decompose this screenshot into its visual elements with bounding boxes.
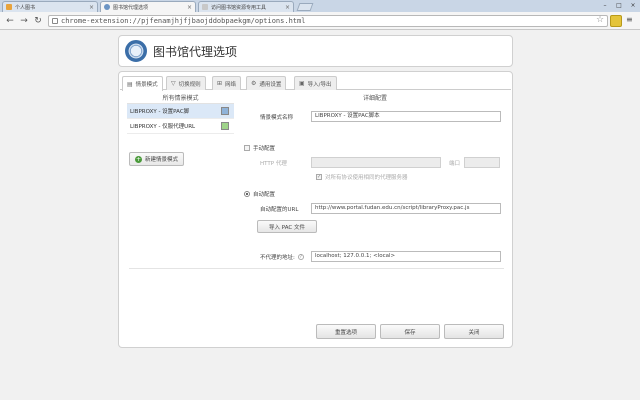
same-proxy-checkbox[interactable]: ✓ xyxy=(316,174,322,180)
port-label: 端口 xyxy=(449,161,461,167)
profile-detail-column: 详细配置 情景模式名称 LIBPROXY - 设置PAC脚本 手动配置 HTTP… xyxy=(244,94,506,262)
browser-tab-1[interactable]: 个人图书 × xyxy=(2,1,98,12)
tab-switch-rules[interactable]: ▽ 切换规则 xyxy=(166,76,206,90)
auto-url-input[interactable]: http://www.portal.fudan.edu.cn/script/li… xyxy=(311,203,501,214)
manual-config-checkbox[interactable] xyxy=(244,145,250,151)
manual-config-label: 手动配置 xyxy=(253,146,276,152)
auto-config-label: 自动配置 xyxy=(253,192,276,198)
browser-tab-3[interactable]: 访问图书馆资源专用工具 × xyxy=(198,1,294,12)
browser-toolbar: ← → ↻ chrome-extension://pjfenamjhjfjbao… xyxy=(0,12,640,30)
page-title: 图书馆代理选项 xyxy=(153,44,238,59)
auto-config-row[interactable]: 自动配置 xyxy=(244,190,275,198)
new-tab-button[interactable] xyxy=(296,3,314,11)
profile-name-label: 情景模式名称 xyxy=(260,115,294,121)
bypass-row: 不代理的地址: ? xyxy=(260,253,304,261)
add-profile-button[interactable]: + 新建情景模式 xyxy=(129,152,185,166)
close-icon[interactable]: × xyxy=(89,4,94,11)
save-button[interactable]: 保存 xyxy=(380,324,440,339)
options-tabs: ▤ 情景模式 ▽ 切换规则 ⊞ 网络 ⚙ 通用设置 ▣ 导入/导出 xyxy=(120,74,511,91)
forward-icon[interactable]: → xyxy=(18,15,30,27)
footer-divider xyxy=(129,268,504,269)
back-icon[interactable]: ← xyxy=(4,15,16,27)
profile-item[interactable]: LIBPROXY - 仅服代理URL xyxy=(127,119,234,134)
gear-icon: ⚙ xyxy=(251,80,257,87)
browser-tabstrip: 个人图书 × 图书馆代理选项 × 访问图书馆资源专用工具 × – □ × xyxy=(0,0,640,12)
profiles-list-column: 所有情景模式 LIBPROXY - 设置PAC脚 LIBPROXY - 仅服代理… xyxy=(127,94,234,166)
profile-item[interactable]: LIBPROXY - 设置PAC脚 xyxy=(127,104,234,119)
profile-label: LIBPROXY - 仅服代理URL xyxy=(130,124,196,130)
http-proxy-label: HTTP 代理 xyxy=(260,161,287,167)
menu-icon[interactable]: ≡ xyxy=(626,15,633,24)
bookmark-star-icon[interactable]: ☆ xyxy=(596,15,604,25)
auto-config-radio[interactable] xyxy=(244,191,250,197)
tab-general-settings[interactable]: ⚙ 通用设置 xyxy=(246,76,287,90)
profile-color-swatch[interactable] xyxy=(221,122,229,130)
page-favicon-icon xyxy=(202,4,208,10)
page-favicon-icon xyxy=(6,4,12,10)
tab-label: 切换规则 xyxy=(178,81,201,88)
tab-label: 网络 xyxy=(225,81,237,88)
profile-label: LIBPROXY - 设置PAC脚 xyxy=(130,109,190,115)
port-input[interactable] xyxy=(464,157,500,168)
extension-favicon-icon xyxy=(104,4,110,10)
browser-tab-label: 访问图书馆资源专用工具 xyxy=(211,4,267,11)
options-panel: ▤ 情景模式 ▽ 切换规则 ⊞ 网络 ⚙ 通用设置 ▣ 导入/导出 所有情景模式 xyxy=(118,71,513,348)
browser-tab-label: 个人图书 xyxy=(15,4,36,11)
auto-url-label: 自动配置的URL xyxy=(260,207,299,213)
add-profile-label: 新建情景模式 xyxy=(145,157,179,163)
window-close-icon[interactable]: × xyxy=(626,0,640,10)
address-url: chrome-extension://pjfenamjhjfjbaojddobp… xyxy=(61,17,306,25)
reset-options-button[interactable]: 重置选项 xyxy=(316,324,376,339)
profile-color-swatch[interactable] xyxy=(221,107,229,115)
manual-config-row[interactable]: 手动配置 xyxy=(244,144,275,152)
tab-network[interactable]: ⊞ 网络 xyxy=(212,76,242,90)
http-proxy-input[interactable] xyxy=(311,157,441,168)
close-icon[interactable]: × xyxy=(187,4,192,11)
save-icon: ▣ xyxy=(299,80,305,87)
tab-label: 通用设置 xyxy=(259,81,282,88)
options-page: 图书馆代理选项 ▤ 情景模式 ▽ 切换规则 ⊞ 网络 ⚙ 通用设置 ▣ 导入/导… xyxy=(0,31,640,384)
tab-profiles[interactable]: ▤ 情景模式 xyxy=(122,76,163,91)
profiles-list-title: 所有情景模式 xyxy=(127,94,234,104)
bypass-input[interactable]: localhost; 127.0.0.1; <local> xyxy=(311,251,501,262)
filter-icon: ▽ xyxy=(171,80,176,87)
tab-label: 情景模式 xyxy=(135,82,158,88)
same-proxy-label: 对所有协议使用相同的代理服务器 xyxy=(325,175,408,181)
tab-label: 导入/导出 xyxy=(307,81,332,88)
help-icon[interactable]: ? xyxy=(297,254,304,260)
browser-tab-label: 图书馆代理选项 xyxy=(113,4,149,11)
library-logo-icon xyxy=(125,40,147,62)
minimize-icon[interactable]: – xyxy=(598,0,612,10)
page-header: 图书馆代理选项 xyxy=(118,35,513,67)
address-bar[interactable]: chrome-extension://pjfenamjhjfjbaojddobp… xyxy=(48,15,608,27)
network-icon: ⊞ xyxy=(217,80,223,87)
browser-tab-2[interactable]: 图书馆代理选项 × xyxy=(100,1,196,12)
maximize-icon[interactable]: □ xyxy=(612,0,626,10)
list-icon: ▤ xyxy=(127,80,133,88)
plus-icon: + xyxy=(135,155,142,163)
close-button[interactable]: 关闭 xyxy=(444,324,504,339)
bypass-label: 不代理的地址: xyxy=(260,255,295,261)
page-icon xyxy=(52,18,58,24)
reload-icon[interactable]: ↻ xyxy=(32,15,44,27)
import-pac-button[interactable]: 导入 PAC 文件 xyxy=(257,220,317,233)
extension-icon[interactable] xyxy=(610,15,622,27)
close-icon[interactable]: × xyxy=(285,4,290,11)
detail-title: 详细配置 xyxy=(362,95,387,102)
same-proxy-row[interactable]: ✓ 对所有协议使用相同的代理服务器 xyxy=(316,173,408,181)
profile-name-input[interactable]: LIBPROXY - 设置PAC脚本 xyxy=(311,111,501,122)
tab-import-export[interactable]: ▣ 导入/导出 xyxy=(294,76,337,90)
